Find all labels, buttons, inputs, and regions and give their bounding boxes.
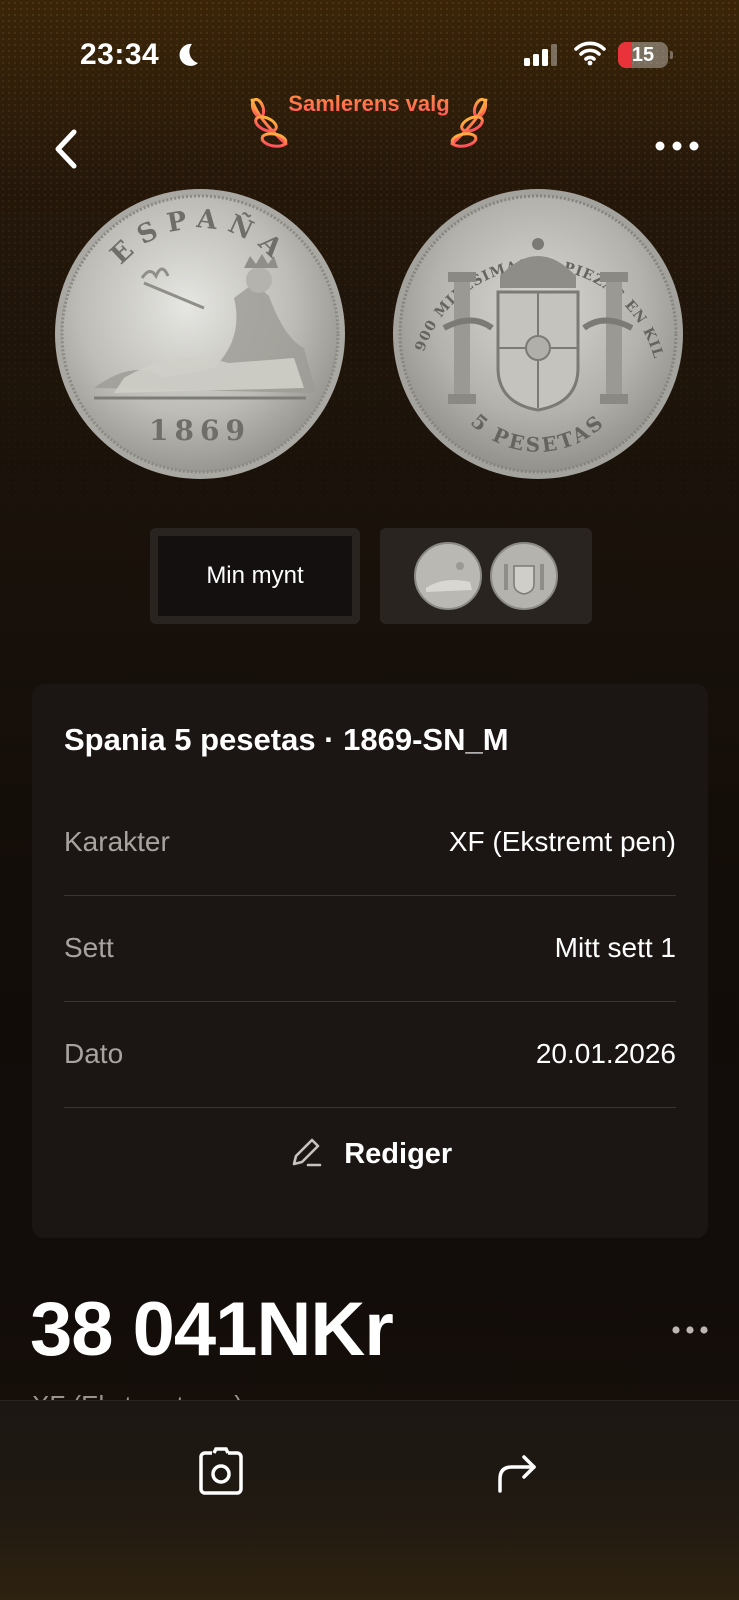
reference-coin-thumbnail[interactable]	[380, 528, 592, 624]
share-button[interactable]	[494, 1449, 542, 1497]
ellipsis-icon	[655, 141, 699, 151]
camera-icon	[199, 1447, 243, 1495]
coin-title: Spania 5 pesetas · 1869-SN_M	[64, 722, 509, 757]
detail-value: 20.01.2026	[535, 1038, 676, 1069]
detail-key: Dato	[64, 1038, 124, 1069]
signal-icon	[524, 44, 558, 71]
detail-row-grade[interactable]: Karakter XF (Ekstremt pen)	[64, 790, 676, 896]
pencil-icon	[288, 1134, 324, 1175]
bottom-toolbar	[0, 1400, 739, 1600]
share-icon	[498, 1455, 536, 1493]
battery-indicator: 15	[618, 42, 673, 68]
battery-level: 15	[631, 44, 655, 66]
coin-reverse-image[interactable]: LEY 900 MILESIMAS 40 PIEZAS EN KILOG. 5 …	[385, 176, 684, 480]
camera-button[interactable]	[196, 1447, 248, 1499]
status-time: 23:34	[80, 38, 160, 71]
detail-key: Sett	[64, 932, 114, 963]
laurel-right-icon	[444, 94, 492, 159]
my-coin-label: Min mynt	[206, 562, 304, 589]
detail-key: Karakter	[64, 826, 170, 857]
detail-row-date[interactable]: Dato 20.01.2026	[64, 1002, 676, 1108]
mini-reverse-image	[490, 542, 558, 610]
detail-value: Mitt sett 1	[554, 932, 676, 963]
mini-obverse-image	[414, 542, 482, 610]
coin-details-card: Spania 5 pesetas · 1869-SN_M Karakter XF…	[32, 684, 708, 1238]
price-more-button[interactable]	[670, 1322, 710, 1338]
edit-button[interactable]: Rediger	[32, 1134, 708, 1214]
back-button[interactable]	[48, 126, 88, 172]
my-coin-thumbnail[interactable]: Min mynt	[150, 528, 360, 624]
collectors-choice-badge: Samlerens valg	[246, 88, 492, 158]
obverse-year: 1869	[149, 414, 251, 447]
wifi-icon	[574, 40, 606, 71]
price-value: 38 041NKr	[30, 1287, 394, 1372]
battery-nub	[670, 51, 673, 59]
chevron-left-icon	[55, 129, 77, 169]
more-options-button[interactable]	[652, 136, 702, 156]
moon-icon	[176, 42, 200, 73]
edit-label: Rediger	[344, 1138, 453, 1170]
detail-row-set[interactable]: Sett Mitt sett 1	[64, 896, 676, 1002]
badge-text: Samlerens valg	[286, 88, 452, 120]
ellipsis-icon	[672, 1326, 708, 1334]
coin-obverse-image[interactable]: ESPAÑA 1869	[54, 188, 346, 480]
detail-value: XF (Ekstremt pen)	[448, 826, 676, 857]
status-bar: 23:34 15	[0, 34, 739, 74]
